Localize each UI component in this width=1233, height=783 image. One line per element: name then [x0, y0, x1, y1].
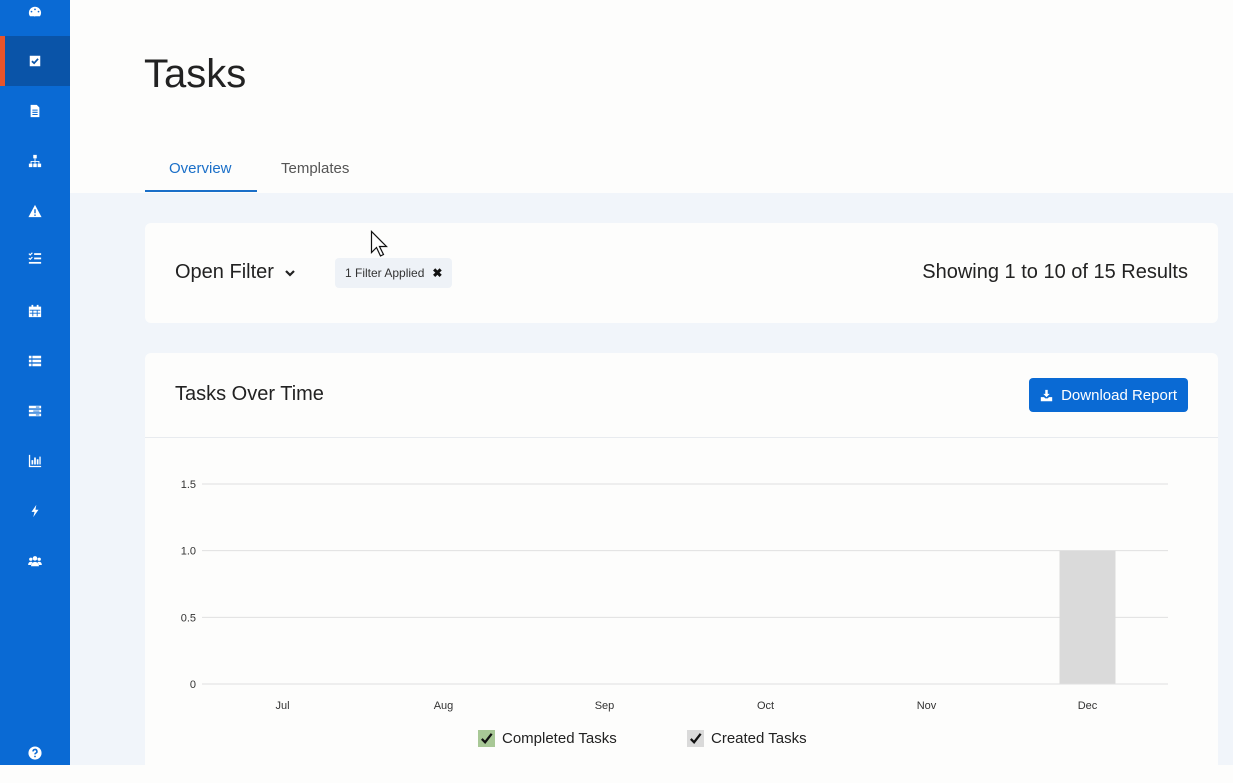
- filter-card: Open Filter 1 Filter Applied ✖ Showing 1…: [145, 223, 1218, 323]
- open-filter-label: Open Filter: [175, 261, 274, 283]
- download-report-button[interactable]: Download Report: [1029, 378, 1188, 412]
- y-tick-label: 0: [190, 679, 196, 691]
- bar-created-tasks[interactable]: [1059, 550, 1116, 684]
- users-icon: [28, 556, 42, 567]
- close-icon[interactable]: ✖: [432, 266, 442, 280]
- legend-completed-tasks[interactable]: Completed Tasks: [478, 730, 617, 747]
- sidebar: [0, 0, 70, 765]
- completed-tasks-checkbox[interactable]: [478, 730, 495, 747]
- help-icon: [28, 746, 42, 760]
- tasks-over-time-chart: 0 0.5 1.0 1.5 Jul Aug Sep Oct Nov Dec: [181, 479, 1168, 712]
- chevron-down-icon: [285, 269, 295, 277]
- sidebar-item-documents[interactable]: [0, 86, 70, 136]
- active-tab-indicator: [145, 190, 257, 192]
- sidebar-item-dashboard[interactable]: [0, 0, 70, 37]
- x-tick-label: Oct: [757, 700, 774, 712]
- check-icon: [481, 733, 493, 744]
- x-tick-label: Dec: [1078, 700, 1098, 712]
- sidebar-item-automations[interactable]: [0, 486, 70, 536]
- results-count: Showing 1 to 10 of 15 Results: [922, 261, 1188, 283]
- sidebar-item-list[interactable]: [0, 336, 70, 386]
- page-header: Tasks Overview Templates: [70, 0, 1233, 193]
- tab-overview[interactable]: Overview: [169, 160, 232, 177]
- sidebar-item-org-chart[interactable]: [0, 136, 70, 186]
- document-icon: [30, 104, 40, 118]
- y-tick-label: 1.0: [181, 546, 196, 558]
- created-tasks-checkbox[interactable]: [687, 730, 704, 747]
- server-icon: [28, 405, 42, 417]
- list-icon: [28, 355, 42, 367]
- download-icon: [1040, 389, 1053, 401]
- legend-created-label: Created Tasks: [711, 730, 807, 747]
- sidebar-item-incidents[interactable]: [0, 186, 70, 236]
- filter-chip: 1 Filter Applied ✖: [335, 258, 453, 288]
- legend-completed-label: Completed Tasks: [502, 730, 617, 747]
- x-tick-label: Aug: [434, 700, 454, 712]
- page-title: Tasks: [144, 52, 247, 96]
- tab-templates[interactable]: Templates: [281, 160, 349, 177]
- filter-chip-label: 1 Filter Applied: [345, 266, 425, 280]
- sidebar-item-server[interactable]: [0, 386, 70, 436]
- lightning-icon: [31, 504, 39, 518]
- check-icon: [690, 733, 702, 744]
- sidebar-item-tasks[interactable]: [0, 36, 70, 86]
- chart-card: Tasks Over Time Download Report 0 0.5 1.0 1…: [145, 353, 1218, 783]
- x-tick-label: Jul: [275, 700, 289, 712]
- warning-icon: [28, 204, 42, 218]
- checklist-icon: [28, 252, 42, 264]
- dashboard-icon: [28, 6, 42, 17]
- sidebar-item-reports[interactable]: [0, 436, 70, 486]
- y-tick-label: 0.5: [181, 612, 196, 624]
- mouse-cursor-icon: [370, 230, 388, 257]
- main-content: Tasks Overview Templates Open Filter 1 F…: [70, 0, 1233, 783]
- download-report-label: Download Report: [1061, 386, 1177, 404]
- check-square-icon: [29, 55, 41, 67]
- x-tick-label: Sep: [595, 700, 615, 712]
- sidebar-item-checklists[interactable]: [0, 233, 70, 283]
- sidebar-item-calendar[interactable]: [0, 286, 70, 336]
- bar-chart-icon: [28, 454, 42, 468]
- x-tick-label: Nov: [917, 700, 937, 712]
- open-filter-button[interactable]: Open Filter: [175, 261, 296, 284]
- y-tick-label: 1.5: [181, 479, 196, 491]
- org-chart-icon: [28, 154, 42, 168]
- legend-created-tasks[interactable]: Created Tasks: [687, 730, 807, 747]
- sidebar-item-users[interactable]: [0, 536, 70, 586]
- sidebar-item-help[interactable]: [0, 728, 70, 778]
- calendar-icon: [28, 304, 42, 318]
- chart-title: Tasks Over Time: [175, 383, 324, 405]
